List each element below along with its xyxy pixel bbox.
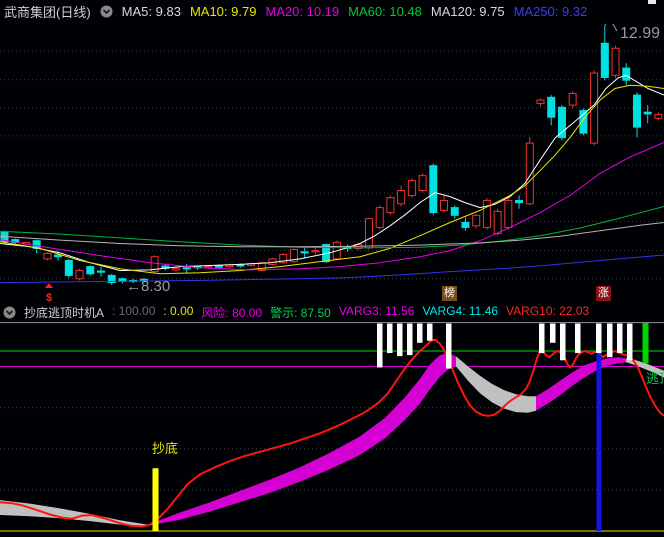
- top-bar: [575, 323, 581, 354]
- candle-body: [611, 47, 620, 76]
- ma-label: MA60: 10.48: [348, 4, 422, 19]
- candle-body: [525, 142, 534, 205]
- ma-line-MA5: [0, 74, 664, 272]
- candle-body: [472, 214, 481, 227]
- top-bar: [550, 323, 556, 343]
- candlestick-chart[interactable]: ←8.30 12.99: [0, 24, 664, 303]
- indicator-name[interactable]: 抄底逃顶时机A: [24, 304, 104, 321]
- zhang-badge[interactable]: 涨: [596, 286, 611, 301]
- price-annotation: 12.99: [620, 25, 660, 42]
- top-bar: [596, 323, 602, 354]
- candle-body: [86, 266, 95, 275]
- candle-body: [493, 210, 502, 235]
- candle-body: [64, 260, 73, 276]
- candle-body: [654, 113, 663, 119]
- indicator-value: VARG4: 11.46: [422, 304, 499, 318]
- candle-body: [75, 269, 84, 280]
- candle-body: [515, 199, 524, 204]
- ma-line-MA60: [0, 206, 664, 249]
- top-bar: [377, 323, 383, 368]
- top-bar: [397, 323, 403, 357]
- candle-body: [622, 67, 631, 81]
- top-bar: [387, 323, 393, 354]
- candle-body: [96, 270, 105, 273]
- signal-bar-sell-top: [642, 322, 649, 364]
- indicator-band: [536, 357, 626, 411]
- candle-body: [568, 92, 577, 106]
- indicator-band: [456, 356, 536, 413]
- indicator-band: [0, 500, 148, 526]
- candle-body: [504, 199, 513, 228]
- stock-title: 武商集团(日线): [4, 5, 91, 20]
- signal-bar-blue-signal: [596, 354, 602, 531]
- signal-annotation: 逃顶: [646, 371, 664, 386]
- collapse-panel-icon[interactable]: [100, 5, 113, 18]
- candle-body: [482, 199, 491, 228]
- top-bar: [617, 323, 623, 354]
- annotation-pointer: [604, 24, 618, 32]
- candle-body: [440, 199, 449, 211]
- top-bar: [407, 323, 413, 356]
- top-bar: [417, 323, 423, 343]
- signal-bar-buy-bottom: [152, 468, 159, 531]
- ma-label: MA10: 9.79: [189, 4, 257, 19]
- ma-label: MA250: 9.32: [513, 4, 588, 19]
- collapse-indicator-icon[interactable]: [3, 306, 16, 319]
- top-bar: [427, 323, 433, 341]
- top-bar: [539, 323, 545, 354]
- ma-label: MA20: 10.19: [265, 4, 340, 19]
- price-annotation: ←8.30: [126, 278, 170, 295]
- indicator-value: : 100.00: [112, 304, 156, 318]
- candle-body: [418, 175, 427, 192]
- candle-body: [450, 207, 459, 216]
- candle-body: [600, 42, 609, 78]
- top-bar: [560, 323, 566, 361]
- indicator-value: 警示: 87.50: [270, 306, 331, 320]
- top-bar: [607, 323, 613, 358]
- candle-body: [43, 252, 52, 260]
- main-chart-header: 武商集团(日线) MA5: 9.83 MA10: 9.79 MA20: 10.19 M…: [0, 0, 587, 23]
- candle-body: [182, 267, 191, 270]
- candle-body: [407, 180, 416, 196]
- indicator-value: 风险: 80.00: [201, 306, 263, 320]
- candle-body: [632, 94, 641, 128]
- indicator-chart[interactable]: 抄底 逃顶: [0, 322, 664, 537]
- candle-body: [547, 96, 556, 118]
- candle-body: [54, 254, 63, 258]
- candle-body: [375, 207, 384, 228]
- corner-marker: [648, 0, 656, 4]
- indicator-red-line: [0, 338, 664, 528]
- top-bar: [446, 323, 452, 369]
- candle-body: [311, 250, 320, 253]
- candle-body: [643, 111, 652, 115]
- signal-annotation: 抄底: [152, 441, 178, 456]
- candle-body: [397, 190, 406, 205]
- candle-body: [461, 221, 470, 228]
- bang-badge[interactable]: 榜: [442, 286, 457, 301]
- indicator-header: 抄底逃顶时机A : 100.00 : 0.00 风险: 80.00 警示: 87.50…: [0, 303, 664, 322]
- indicator-value: VARG10: 22.03: [506, 304, 590, 318]
- candle-body: [364, 218, 373, 249]
- indicator-value-labels: : 100.00 : 0.00 风险: 80.00 警示: 87.50 VARG3: 1…: [112, 304, 589, 321]
- up-triangle-icon: [45, 283, 53, 288]
- indicator-value: : 0.00: [163, 304, 194, 318]
- candle-body: [590, 72, 599, 144]
- ma-label: MA120: 9.75: [430, 4, 505, 19]
- top-bar: [627, 323, 633, 361]
- candle-body: [300, 251, 309, 254]
- ma-label: MA5: 9.83: [121, 4, 181, 19]
- candle-body: [386, 197, 395, 214]
- indicator-value: VARG3: 11.56: [338, 304, 415, 318]
- ma-line-MA120: [0, 222, 664, 248]
- candle-body: [536, 99, 545, 104]
- candle-body: [172, 267, 181, 271]
- stock-chart-window: 武商集团(日线) MA5: 9.83 MA10: 9.79 MA20: 10.19 M…: [0, 0, 664, 537]
- candle-body: [557, 106, 566, 139]
- candle-body: [429, 165, 438, 214]
- ma-value-labels: MA5: 9.83 MA10: 9.79 MA20: 10.19 MA60: 10.4…: [122, 4, 588, 19]
